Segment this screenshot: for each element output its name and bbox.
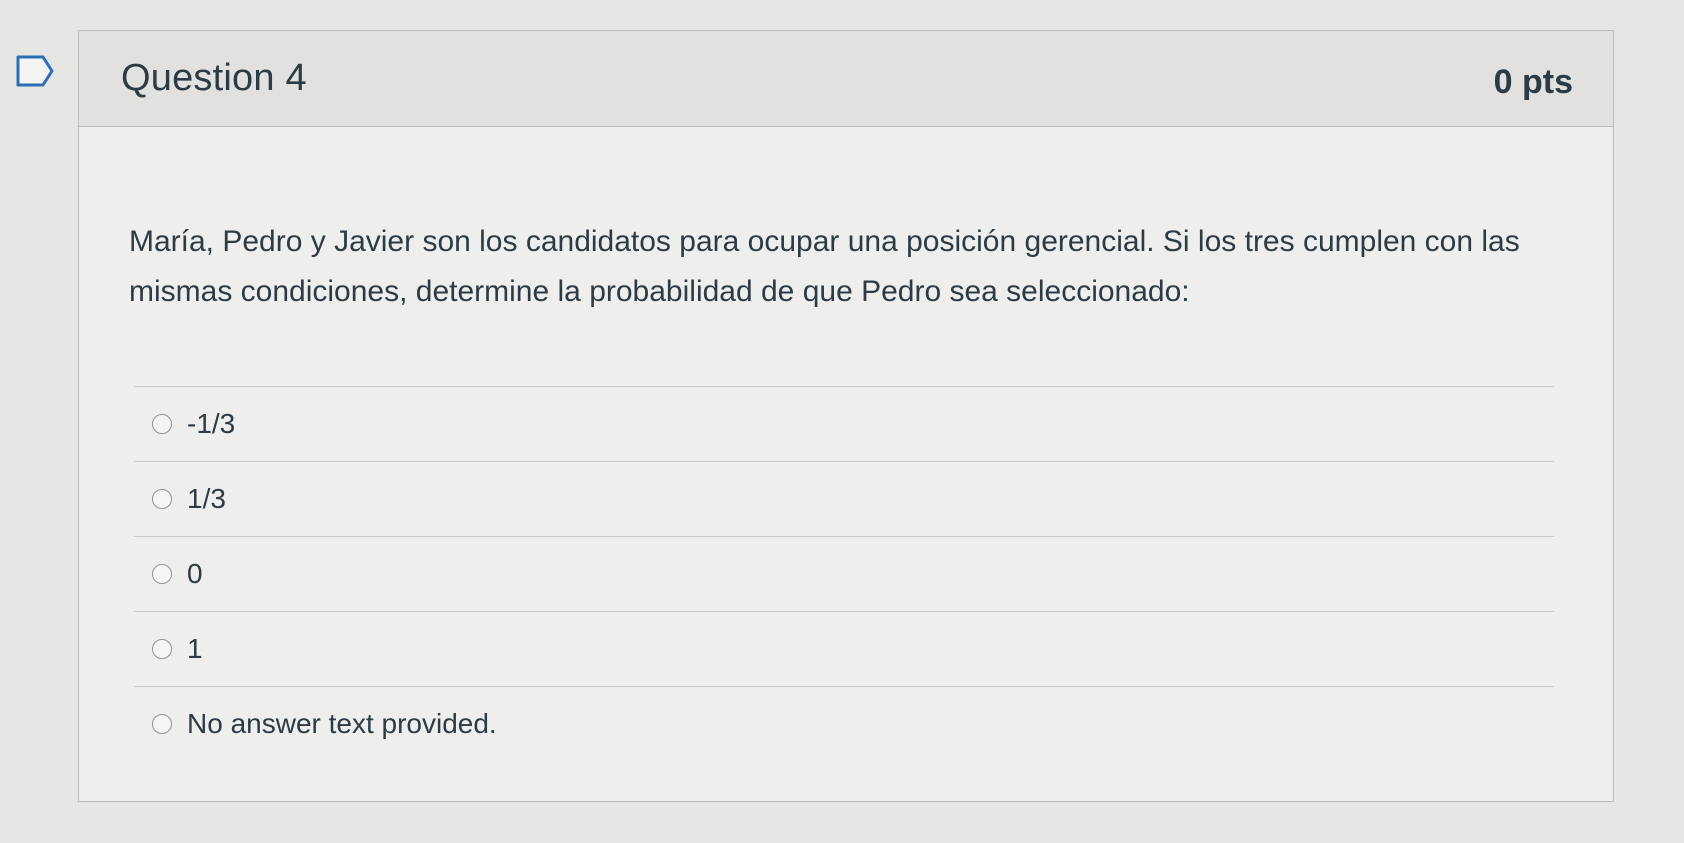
- bookmark-flag-icon[interactable]: [15, 54, 55, 88]
- answer-label: No answer text provided.: [187, 708, 497, 739]
- answer-label: 0: [187, 558, 203, 589]
- answer-option[interactable]: 1/3: [134, 461, 1554, 536]
- radio-button[interactable]: [152, 714, 172, 734]
- radio-button[interactable]: [152, 489, 172, 509]
- radio-button[interactable]: [152, 564, 172, 584]
- question-title: Question 4: [121, 57, 307, 99]
- question-header: Question 4 0 pts: [79, 31, 1613, 127]
- answer-label: -1/3: [187, 408, 236, 439]
- radio-button[interactable]: [152, 639, 172, 659]
- answer-label: 1/3: [187, 483, 226, 514]
- radio-button[interactable]: [152, 414, 172, 434]
- question-points: 0 pts: [1493, 63, 1573, 101]
- answer-option[interactable]: No answer text provided.: [134, 686, 1554, 761]
- question-text: María, Pedro y Javier son los candidatos…: [129, 225, 1520, 308]
- answer-list: -1/3 1/3 0 1 No answer text provided.: [134, 386, 1554, 761]
- answer-option[interactable]: 0: [134, 536, 1554, 611]
- question-card: Question 4 0 pts María, Pedro y Javier s…: [78, 30, 1614, 802]
- answer-option[interactable]: 1: [134, 611, 1554, 686]
- answer-option[interactable]: -1/3: [134, 386, 1554, 461]
- answer-label: 1: [187, 633, 203, 664]
